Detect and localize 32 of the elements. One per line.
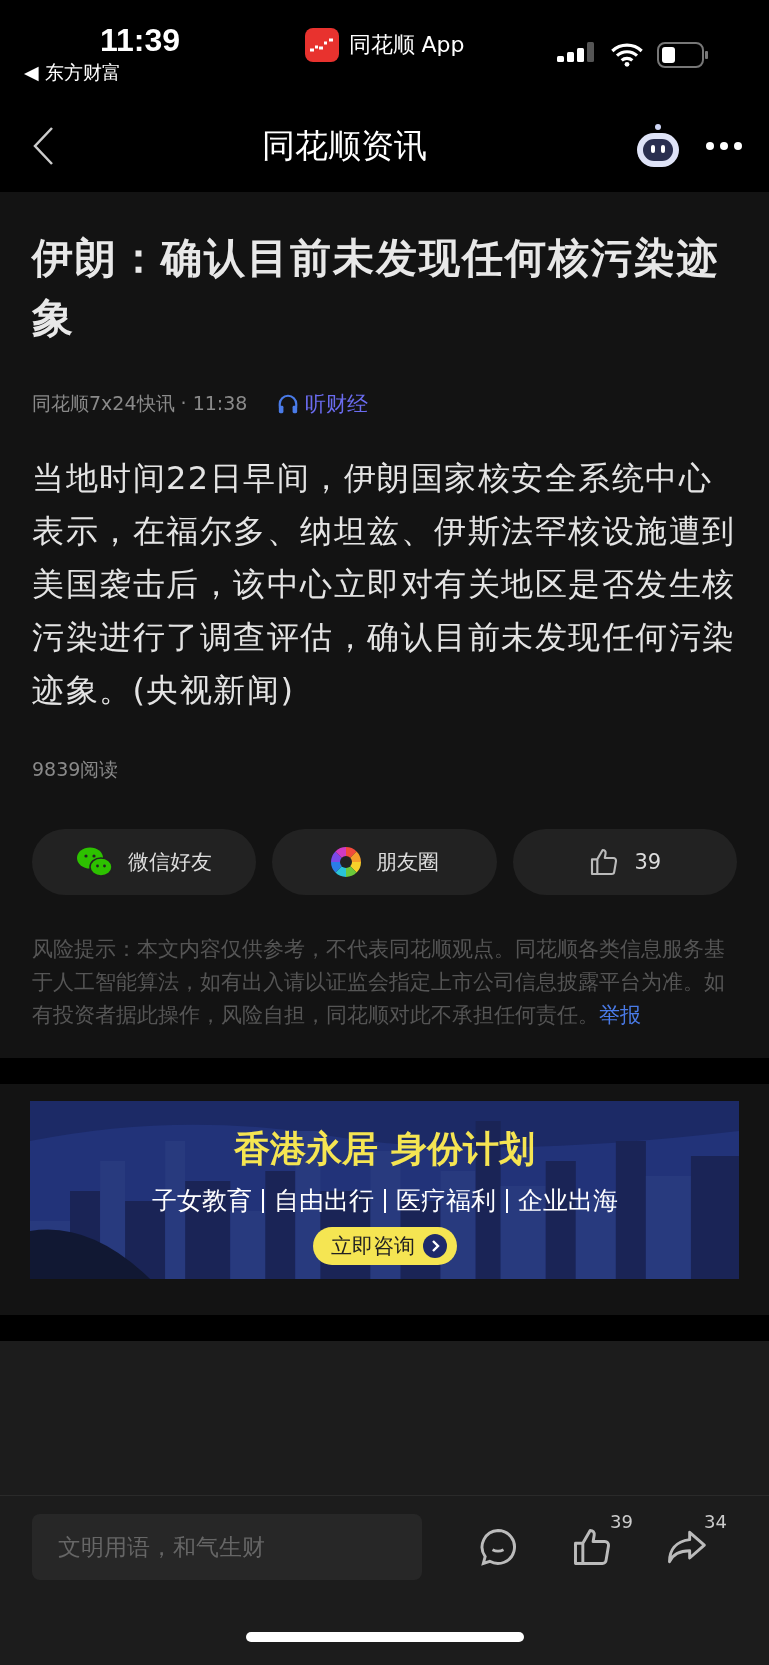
headphones-icon <box>277 393 300 415</box>
back-to-app-link[interactable]: ◀ 东方财富 <box>24 60 121 86</box>
article-source: 同花顺7x24快讯 · 11:38 <box>32 391 248 416</box>
article-title: 伊朗：确认目前未发现任何核污染迹象 <box>32 233 721 344</box>
action-count: 39 <box>610 1511 633 1532</box>
risk-disclaimer: 风险提示：本文内容仅供参考，不代表同花顺观点。同花顺各类信息服务基于人工智能算法，如有出入请以证监会指定上市公司信息披露平台为准。如有投资者据此操作，风险自担，同花顺对此不承担任何责任。举报 <box>32 936 726 1029</box>
chat-bubbles-icon <box>76 846 115 878</box>
page-title: 同花顺资讯 <box>262 124 427 167</box>
wifi-icon <box>611 43 643 67</box>
consult-button[interactable]: 立即咨询 <box>312 1227 457 1265</box>
ad-feature: 子女教育 <box>151 1185 252 1217</box>
share-button[interactable]: 39 <box>512 829 737 895</box>
report-link[interactable]: 举报 <box>599 1003 641 1027</box>
listen-link[interactable]: 听财经 <box>277 390 369 418</box>
app-name: 同花顺 App <box>348 31 465 59</box>
chevron-icon <box>422 1234 447 1258</box>
read-count: 9839阅读 <box>32 757 120 782</box>
status-time: 11:39 <box>100 22 181 58</box>
article-body: 当地时间22日早间，伊朗国家核安全系统中心表示，在福尔多、纳坦兹、伊斯法罕核设施遭到美国袭击后，该中心立即对有关地区是否发生核污染进行了调查评估，确认目前未发现任何污染迹象。(央视新闻) <box>32 458 737 711</box>
ad-feature: 自由出行 <box>273 1185 374 1217</box>
aperture-icon <box>330 846 362 878</box>
app-logo-icon <box>304 28 339 62</box>
share-button[interactable]: 朋友圈 <box>272 829 497 895</box>
back-icon[interactable] <box>32 126 56 166</box>
battery-icon <box>657 42 709 68</box>
ad-feature: 医疗福利 <box>395 1185 496 1217</box>
share-button[interactable]: 微信好友 <box>32 829 257 895</box>
ad-feature: 企业出海 <box>517 1185 618 1217</box>
action-count: 34 <box>704 1511 727 1532</box>
more-icon[interactable] <box>705 141 743 151</box>
comment-field[interactable]: 文明用语，和气生财 <box>32 1514 422 1580</box>
ad-headline: 香港永居 身份计划 <box>234 1126 535 1171</box>
